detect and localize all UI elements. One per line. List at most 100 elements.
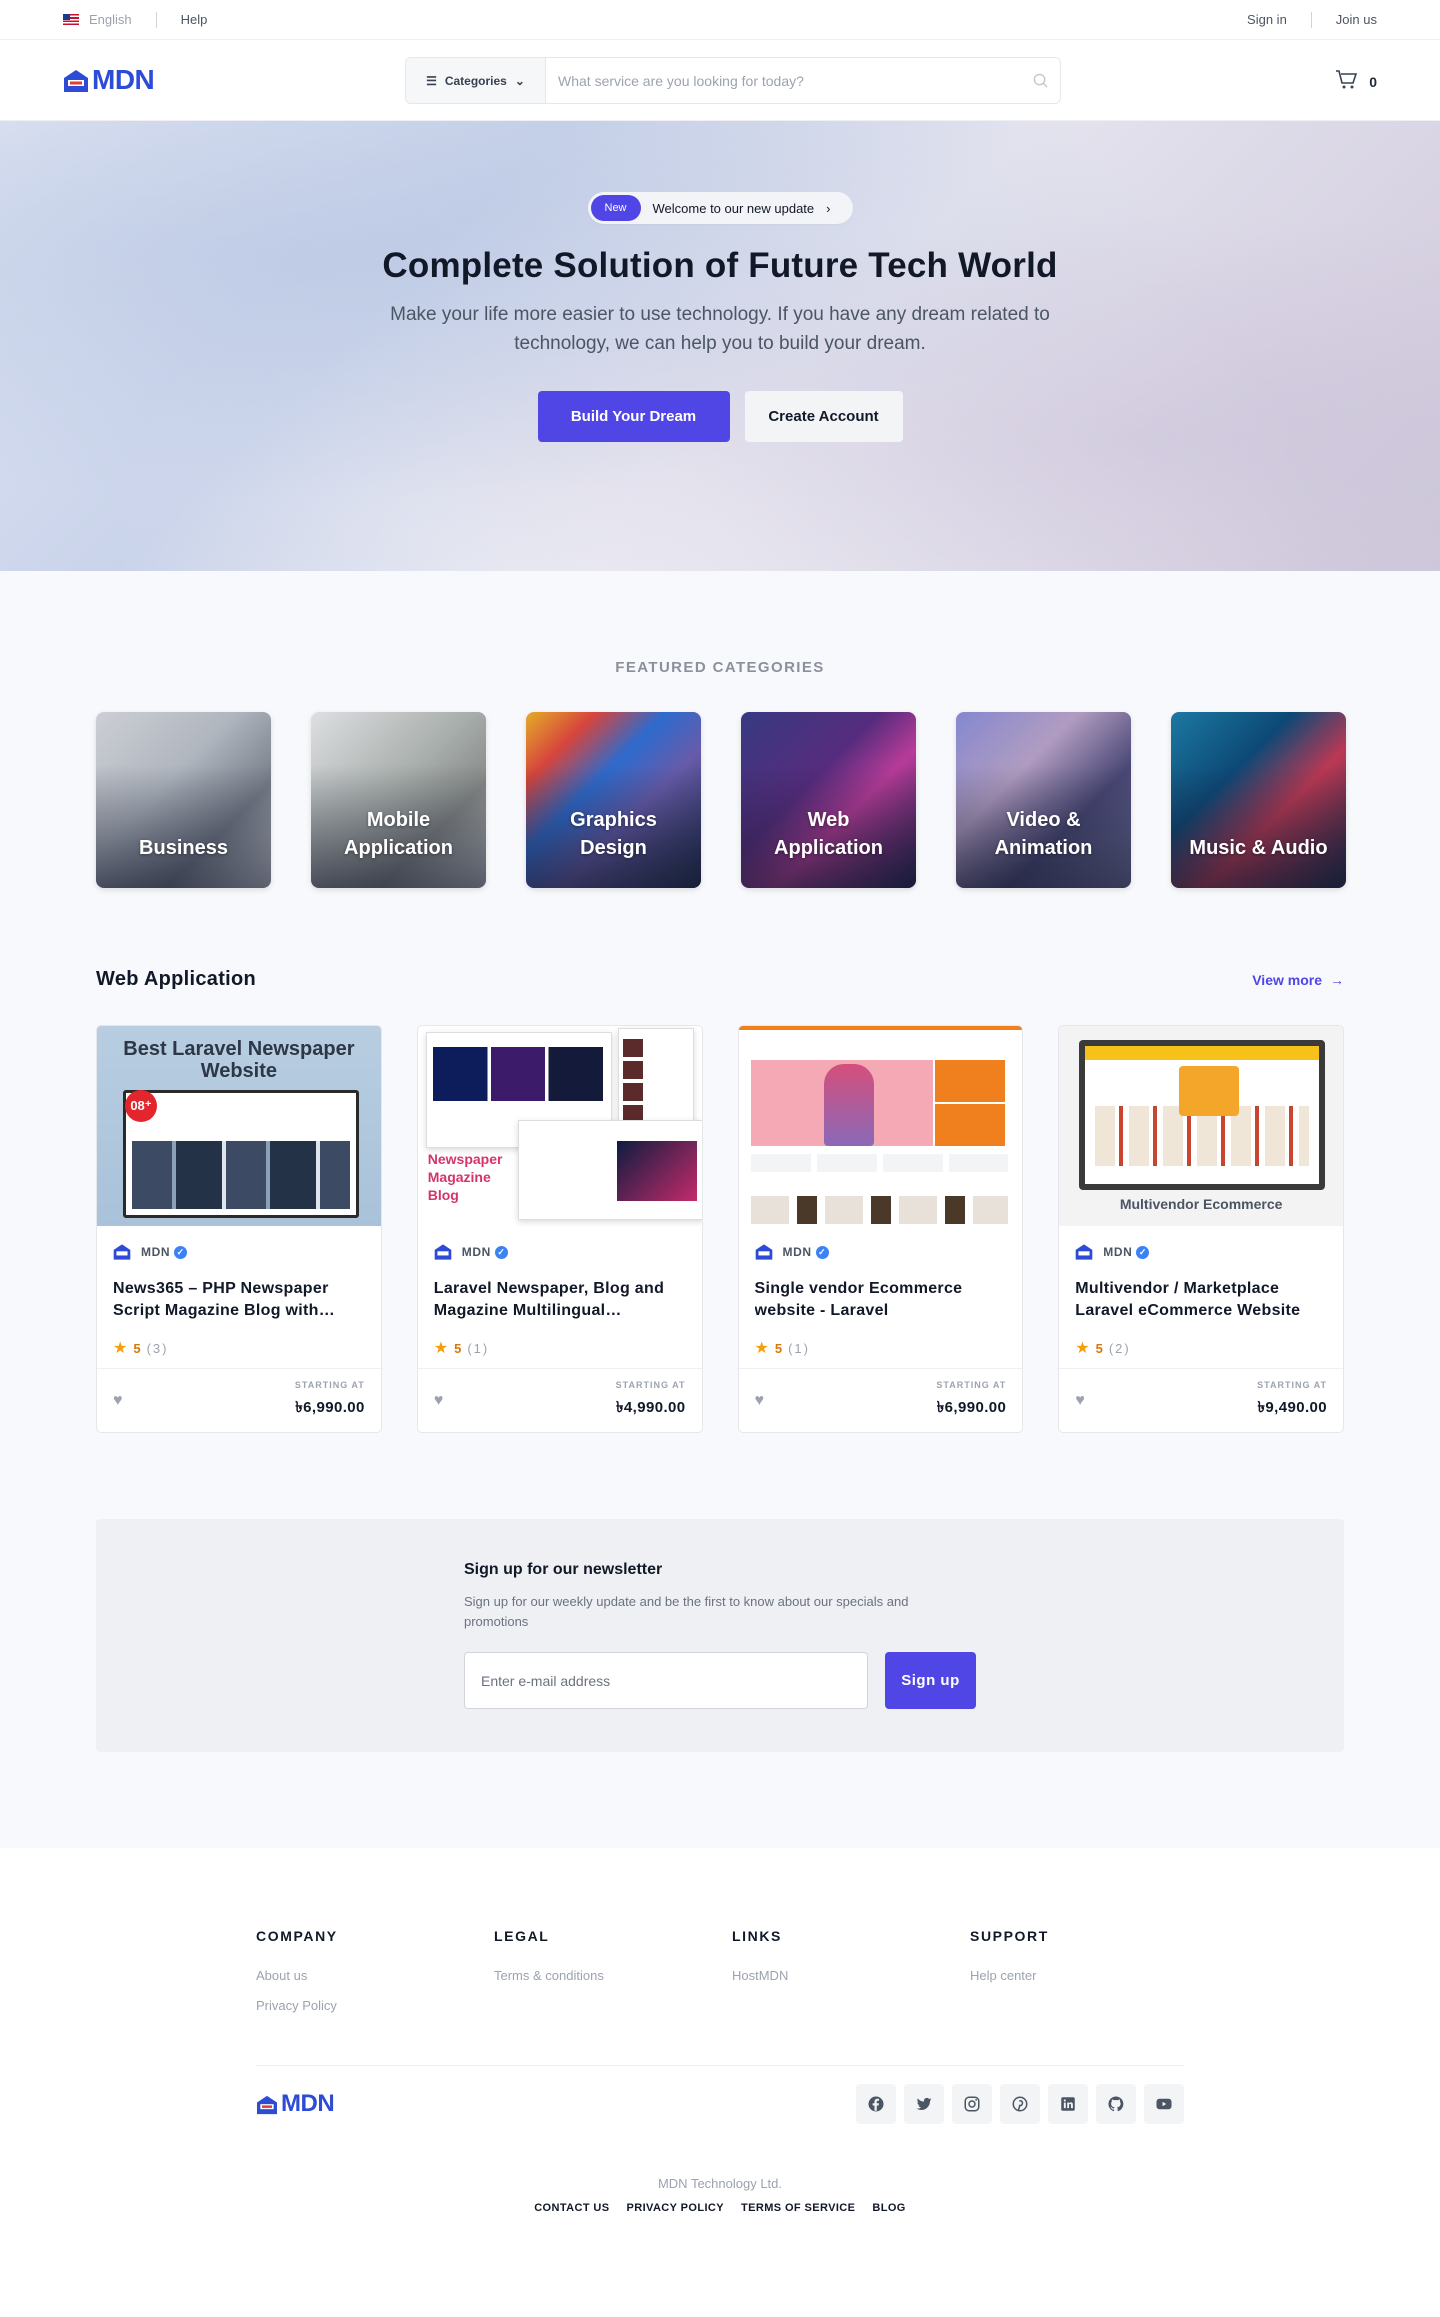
footer-column-legal: LEGAL Terms & conditions: [494, 1928, 732, 2013]
linkedin-icon[interactable]: [1048, 2084, 1088, 2124]
youtube-icon[interactable]: [1144, 2084, 1184, 2124]
product-card[interactable]: Multivendor Ecommerce MDN ✓ Multivendor …: [1058, 1025, 1344, 1433]
product-thumbnail: [738, 1026, 1023, 1226]
category-graphics-design[interactable]: Graphics Design: [526, 712, 701, 888]
menu-icon: ☰: [426, 73, 437, 88]
footer-link-privacy-policy[interactable]: PRIVACY POLICY: [627, 2202, 725, 2214]
newsletter-box: Sign up for our newsletter Sign up for o…: [96, 1519, 1344, 1752]
product-title[interactable]: Laravel Newspaper, Blog and Magazine Mul…: [434, 1278, 686, 1322]
search-icon[interactable]: [1020, 73, 1060, 88]
instagram-icon[interactable]: [952, 2084, 992, 2124]
screenshot-preview: [738, 1026, 1023, 1030]
copyright-text: MDN Technology Ltd.: [657, 2176, 783, 2191]
vendor-name: MDN: [782, 1245, 812, 1259]
category-label: Mobile Application: [344, 809, 453, 859]
vendor[interactable]: MDN ✓: [1075, 1226, 1327, 1278]
footer-link-contact[interactable]: CONTACT US: [534, 2202, 609, 2214]
arrow-right-icon: →: [1330, 971, 1344, 988]
divider: [1310, 11, 1312, 28]
create-account-button[interactable]: Create Account: [744, 391, 903, 442]
product-card[interactable]: Best Laravel Newspaper Website 08⁺ MDN ✓…: [96, 1025, 382, 1433]
site-logo[interactable]: MDN: [63, 64, 155, 96]
category-label: Music & Audio: [1189, 837, 1328, 859]
thumbnail-title: Multivendor Ecommerce: [1119, 1196, 1283, 1212]
footer-link-help[interactable]: Help center: [970, 1968, 1208, 1983]
help-link[interactable]: Help: [181, 12, 208, 27]
footer-column-company: COMPANY About us Privacy Policy: [256, 1928, 494, 2013]
update-announcement[interactable]: New Welcome to our new update ›: [587, 192, 853, 224]
product-title[interactable]: Multivendor / Marketplace Laravel eComme…: [1075, 1278, 1327, 1322]
category-web-application[interactable]: Web Application: [741, 712, 916, 888]
footer-link-hostmdn[interactable]: HostMDN: [732, 1968, 970, 1983]
heart-icon[interactable]: ♥: [434, 1392, 444, 1410]
vendor[interactable]: MDN ✓: [755, 1226, 1007, 1278]
product-rating: ★ 5 (1): [434, 1338, 686, 1358]
screenshot-preview: [517, 1120, 702, 1220]
vendor[interactable]: MDN ✓: [113, 1226, 365, 1278]
web-application-section: Web Application View more → Best Laravel …: [0, 968, 1440, 1433]
footer-divider: [256, 2065, 1184, 2066]
theme-count-badge: 08⁺: [125, 1090, 157, 1122]
build-dream-button[interactable]: Build Your Dream: [537, 391, 730, 442]
chevron-right-icon: ›: [826, 200, 831, 216]
email-field[interactable]: [464, 1652, 868, 1709]
footer-link-about[interactable]: About us: [256, 1968, 494, 1983]
footer-link-terms-of-service[interactable]: TERMS OF SERVICE: [741, 2202, 855, 2214]
category-label: Web Application: [774, 809, 883, 859]
top-bar: English Help Sign in Join us: [0, 0, 1440, 40]
footer-heading: LINKS: [732, 1928, 782, 1944]
view-more-link[interactable]: View more →: [1252, 972, 1344, 988]
footer-logo[interactable]: MDN: [256, 2090, 335, 2118]
footer-column-links: LINKS HostMDN: [732, 1928, 970, 2013]
category-video-animation[interactable]: Video & Animation: [956, 712, 1131, 888]
heart-icon[interactable]: ♥: [113, 1392, 123, 1410]
category-mobile-application[interactable]: Mobile Application: [311, 712, 486, 888]
vendor-name: MDN: [141, 1245, 171, 1259]
cart-button[interactable]: 0: [1335, 70, 1377, 93]
chevron-down-icon: ⌄: [514, 73, 525, 88]
search-input[interactable]: [546, 72, 1020, 89]
category-music-audio[interactable]: Music & Audio: [1171, 712, 1346, 888]
hero-subtitle: Make your life more easier to use techno…: [390, 304, 1050, 354]
verified-icon: ✓: [174, 1245, 188, 1259]
us-flag-icon: [63, 14, 79, 25]
rating-value: 5: [133, 1340, 141, 1356]
review-count: (1): [788, 1340, 810, 1356]
category-business[interactable]: Business: [96, 712, 271, 888]
vendor[interactable]: MDN ✓: [434, 1226, 686, 1278]
footer-link-blog[interactable]: BLOG: [872, 2202, 905, 2214]
product-card[interactable]: MDN ✓ Single vendor Ecommerce website - …: [737, 1025, 1024, 1433]
hero-title: Complete Solution of Future Tech World: [382, 246, 1058, 285]
twitter-icon[interactable]: [904, 2084, 944, 2124]
vendor-avatar-icon: [113, 1244, 131, 1260]
view-more-label: View more: [1252, 971, 1322, 988]
review-count: (1): [467, 1340, 490, 1356]
logo-house-icon: [256, 2094, 278, 2115]
product-title[interactable]: Single vendor Ecommerce website - Larave…: [755, 1278, 1007, 1322]
heart-icon[interactable]: ♥: [1075, 1392, 1085, 1410]
starting-at-label: STARTING AT: [615, 1380, 686, 1390]
screenshot-preview: [750, 1154, 1009, 1172]
screenshot-preview: [123, 1090, 359, 1218]
vendor-avatar-icon: [434, 1244, 452, 1260]
heart-icon[interactable]: ♥: [755, 1392, 765, 1410]
product-title[interactable]: News365 – PHP Newspaper Script Magazine …: [113, 1278, 365, 1322]
footer-link-terms[interactable]: Terms & conditions: [494, 1968, 732, 1983]
signin-link[interactable]: Sign in: [1247, 12, 1287, 27]
pinterest-icon[interactable]: [1000, 2084, 1040, 2124]
language-selector[interactable]: English: [89, 12, 132, 27]
github-icon[interactable]: [1096, 2084, 1136, 2124]
product-thumbnail: Best Laravel Newspaper Website 08⁺: [97, 1026, 381, 1226]
join-link[interactable]: Join us: [1336, 12, 1377, 27]
categories-dropdown[interactable]: ☰ Categories ⌄: [406, 58, 546, 103]
facebook-icon[interactable]: [856, 2084, 896, 2124]
product-card[interactable]: Newspaper Magazine Blog MDN ✓ Laravel Ne…: [416, 1025, 703, 1433]
footer-link-privacy[interactable]: Privacy Policy: [256, 1998, 494, 2013]
star-icon: ★: [754, 1340, 769, 1357]
starting-at-label: STARTING AT: [294, 1380, 365, 1390]
vendor-avatar-icon: [1075, 1244, 1093, 1260]
search-bar: ☰ Categories ⌄: [405, 57, 1061, 104]
signup-button[interactable]: Sign up: [885, 1652, 976, 1709]
star-icon: ★: [113, 1340, 128, 1357]
featured-categories: FEATURED CATEGORIES Business Mobile Appl…: [0, 571, 1440, 968]
